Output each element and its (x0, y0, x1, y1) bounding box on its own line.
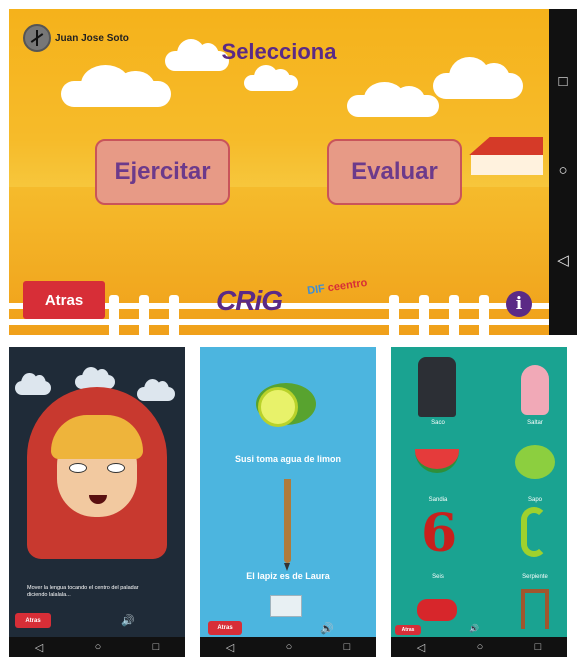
back-button[interactable]: Atras (23, 281, 105, 319)
back-button[interactable]: Atras (395, 625, 421, 635)
speaker-icon[interactable]: 🔊 (121, 614, 135, 627)
picture-grid-screen: Saco Saltar Sandia Sapo 6 Seis Serpiente… (391, 347, 567, 657)
girl-illustration (27, 387, 167, 559)
tile-label: Seis (432, 574, 444, 580)
android-nav-bar: ◁ ○ □ (391, 637, 567, 657)
android-nav-bar: ◁ ○ □ (200, 637, 376, 657)
crig-logo: CRiG (216, 285, 283, 317)
back-nav-icon[interactable]: ◁ (226, 641, 234, 654)
watermelon-icon[interactable] (415, 449, 459, 473)
recent-apps-icon[interactable]: □ (153, 641, 160, 653)
farmhouse (461, 137, 543, 175)
chair-icon[interactable] (521, 589, 549, 629)
recent-apps-icon[interactable]: □ (344, 641, 351, 653)
home-icon[interactable]: ○ (553, 162, 573, 179)
exercise-button[interactable]: Ejercitar (95, 139, 230, 205)
sentences-screen: Susi toma agua de limon El lapiz es de L… (200, 347, 376, 657)
partner-logo-text-1: DIF (306, 282, 326, 298)
articulation-screen: Mover la lengua tocando el centro del pa… (9, 347, 185, 657)
speaker-icon[interactable]: 🔊 (469, 624, 479, 633)
back-nav-icon[interactable]: ◁ (417, 641, 425, 654)
home-icon[interactable]: ○ (95, 641, 102, 653)
cloud (61, 65, 171, 107)
whistle-icon[interactable] (417, 599, 457, 621)
number-six-icon[interactable]: 6 (421, 503, 457, 564)
back-nav-icon[interactable]: ◁ (553, 251, 573, 269)
main-screen: Juan Jose Soto Selecciona Ejercitar Eval… (9, 9, 577, 335)
back-nav-icon[interactable]: ◁ (35, 641, 43, 654)
sentence-1: Susi toma agua de limon (234, 454, 342, 464)
sentence-2: El lapiz es de Laura (246, 571, 330, 581)
tile-label: Serpiente (522, 574, 548, 580)
tile-label: Sapo (527, 497, 542, 503)
evaluate-button[interactable]: Evaluar (327, 139, 462, 205)
jumping-kid-icon[interactable] (521, 365, 549, 415)
recent-apps-icon[interactable]: □ (553, 73, 573, 90)
cloud (347, 81, 439, 117)
page-title: Selecciona (221, 39, 337, 64)
pencil-icon (284, 479, 291, 571)
cloud (433, 57, 523, 99)
tile-label: Saco (431, 420, 445, 426)
instruction-text: Mover la lengua tocando el centro del pa… (27, 585, 139, 598)
cloud (244, 65, 298, 91)
android-nav-bar: ◁ ○ □ (9, 637, 185, 657)
info-button[interactable]: i (506, 291, 532, 317)
tile-label: Saltar (527, 420, 543, 426)
back-button[interactable]: Atras (15, 613, 51, 628)
snake-icon[interactable] (521, 507, 547, 557)
home-icon[interactable]: ○ (477, 641, 484, 653)
jacket-icon[interactable] (418, 357, 456, 417)
home-icon[interactable]: ○ (286, 641, 293, 653)
logo-text: CRiG (216, 285, 283, 316)
speaker-icon[interactable]: 🔊 (320, 622, 334, 635)
recent-apps-icon[interactable]: □ (535, 641, 542, 653)
frog-icon[interactable] (515, 445, 555, 479)
milk-carton-icon (270, 595, 302, 617)
android-nav-bar: □ ○ ◁ (549, 9, 577, 335)
back-button[interactable]: Atras (208, 621, 242, 635)
lime-slice-icon (258, 387, 298, 427)
